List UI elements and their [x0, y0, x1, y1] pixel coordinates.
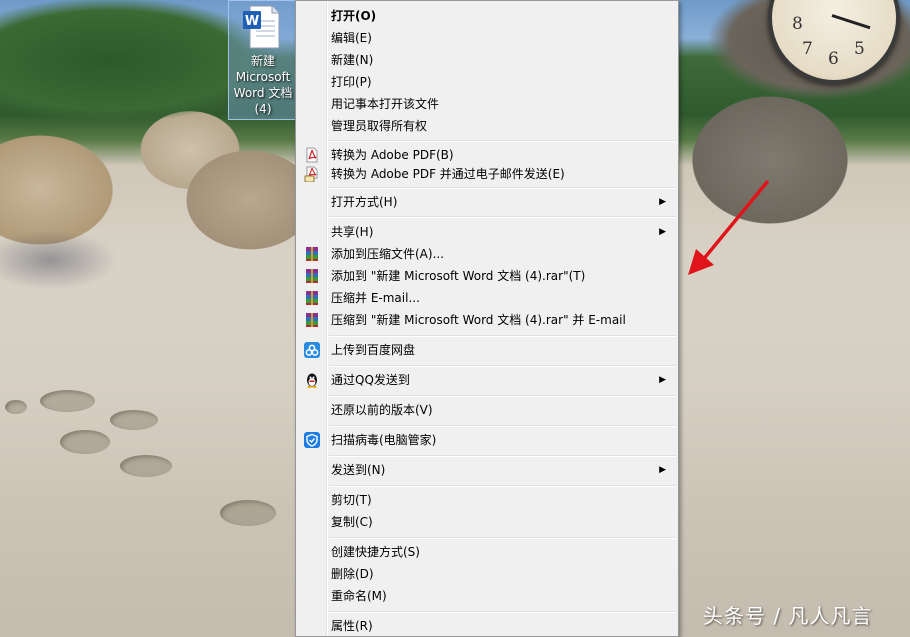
menu-item-label: 创建快捷方式(S): [331, 545, 420, 559]
adobe-pdf-email-icon: [304, 166, 318, 182]
clock-number: 7: [802, 39, 813, 59]
menu-item-share[interactable]: 共享(H) ▶: [298, 221, 676, 243]
footprint: [220, 500, 276, 526]
submenu-arrow-icon: ▶: [659, 465, 666, 475]
winrar-icon: [306, 313, 318, 327]
menu-item-label: 重命名(M): [331, 589, 387, 603]
clock-number: 5: [854, 39, 865, 59]
menu-item-compress-email[interactable]: 压缩并 E-mail...: [298, 287, 676, 309]
menu-item-label: 添加到压缩文件(A)...: [331, 247, 445, 261]
context-menu: 打开(O) 编辑(E) 新建(N) 打印(P) 用记事本打开该文件 管理员取得所…: [295, 0, 679, 637]
footprint: [110, 410, 158, 430]
menu-item-label: 添加到 "新建 Microsoft Word 文档 (4).rar"(T): [331, 269, 586, 283]
menu-item-open-with[interactable]: 打开方式(H) ▶: [298, 191, 676, 213]
menu-item-label: 转换为 Adobe PDF 并通过电子邮件发送(E): [331, 167, 565, 181]
menu-item-copy[interactable]: 复制(C): [298, 511, 676, 533]
menu-item-label: 压缩到 "新建 Microsoft Word 文档 (4).rar" 并 E-m…: [331, 313, 626, 327]
word-document-icon: W: [243, 5, 280, 49]
menu-item-label: 复制(C): [331, 515, 373, 529]
svg-text:W: W: [245, 14, 259, 29]
menu-item-restore-previous-versions[interactable]: 还原以前的版本(V): [298, 399, 676, 421]
menu-item-convert-pdf-email[interactable]: 转换为 Adobe PDF 并通过电子邮件发送(E): [298, 163, 676, 185]
tencent-shield-icon: [304, 432, 320, 448]
watermark: 头条号 / 凡人凡言: [703, 604, 873, 628]
footprint: [120, 455, 172, 477]
menu-item-cut[interactable]: 剪切(T): [298, 489, 676, 511]
clock-number: 6: [828, 49, 839, 69]
footprint: [40, 390, 95, 412]
menu-item-label: 删除(D): [331, 567, 374, 581]
menu-item-add-to-archive[interactable]: 添加到压缩文件(A)...: [298, 243, 676, 265]
winrar-icon: [306, 291, 318, 305]
menu-item-edit[interactable]: 编辑(E): [298, 27, 676, 49]
menu-item-label: 共享(H): [331, 225, 374, 239]
menu-separator: [329, 395, 676, 397]
menu-separator: [329, 537, 676, 539]
menu-separator: [329, 365, 676, 367]
menu-separator: [329, 187, 676, 189]
menu-separator: [329, 335, 676, 337]
menu-item-label: 还原以前的版本(V): [331, 403, 433, 417]
menu-item-label: 管理员取得所有权: [331, 119, 428, 133]
menu-separator: [329, 455, 676, 457]
submenu-arrow-icon: ▶: [659, 197, 666, 207]
winrar-icon: [306, 269, 318, 283]
menu-item-label: 用记事本打开该文件: [331, 97, 440, 111]
menu-separator: [329, 140, 676, 142]
qq-penguin-icon: [307, 373, 317, 388]
footprint: [5, 400, 27, 414]
menu-item-take-ownership[interactable]: 管理员取得所有权: [298, 115, 676, 137]
desktop-file-icon[interactable]: W 新建 Microsoft Word 文档 (4): [228, 0, 296, 120]
menu-item-delete[interactable]: 删除(D): [298, 563, 676, 585]
menu-item-send-to[interactable]: 发送到(N) ▶: [298, 459, 676, 481]
submenu-arrow-icon: ▶: [659, 375, 666, 385]
footprint: [60, 430, 110, 454]
menu-item-print[interactable]: 打印(P): [298, 71, 676, 93]
menu-item-send-via-qq[interactable]: 通过QQ发送到 ▶: [298, 369, 676, 391]
menu-item-label: 打开(O): [331, 9, 377, 23]
menu-item-properties[interactable]: 属性(R): [298, 615, 676, 637]
menu-item-new[interactable]: 新建(N): [298, 49, 676, 71]
menu-item-label: 通过QQ发送到: [331, 373, 410, 387]
submenu-arrow-icon: ▶: [659, 227, 666, 237]
menu-item-label: 上传到百度网盘: [331, 343, 416, 357]
menu-item-label: 打开方式(H): [331, 195, 398, 209]
menu-item-label: 扫描病毒(电脑管家): [331, 433, 437, 447]
menu-item-upload-baidu[interactable]: 上传到百度网盘: [298, 339, 676, 361]
menu-separator: [329, 425, 676, 427]
menu-separator: [329, 216, 676, 218]
menu-item-label: 剪切(T): [331, 493, 372, 507]
menu-item-compress-rar-email[interactable]: 压缩到 "新建 Microsoft Word 文档 (4).rar" 并 E-m…: [298, 309, 676, 331]
baidu-netdisk-icon: [304, 342, 320, 358]
menu-item-open[interactable]: 打开(O): [298, 5, 676, 27]
red-arrow-annotation: [688, 179, 770, 275]
menu-separator: [329, 611, 676, 613]
menu-item-scan-virus[interactable]: 扫描病毒(电脑管家): [298, 429, 676, 451]
clock-hand: [831, 14, 871, 30]
menu-item-label: 压缩并 E-mail...: [331, 291, 420, 305]
desktop-file-label: 新建 Microsoft Word 文档 (4): [233, 54, 293, 116]
background-shadow: [0, 230, 120, 300]
menu-item-label: 打印(P): [331, 75, 372, 89]
winrar-icon: [306, 247, 318, 261]
menu-item-open-with-notepad[interactable]: 用记事本打开该文件: [298, 93, 676, 115]
menu-item-label: 编辑(E): [331, 31, 372, 45]
menu-separator: [329, 485, 676, 487]
menu-item-rename[interactable]: 重命名(M): [298, 585, 676, 607]
menu-item-add-to-rar[interactable]: 添加到 "新建 Microsoft Word 文档 (4).rar"(T): [298, 265, 676, 287]
menu-item-label: 新建(N): [331, 53, 374, 67]
menu-item-label: 发送到(N): [331, 463, 386, 477]
adobe-pdf-icon: [306, 147, 318, 163]
menu-item-create-shortcut[interactable]: 创建快捷方式(S): [298, 541, 676, 563]
clock-number: 8: [792, 14, 803, 34]
menu-item-label: 属性(R): [331, 619, 373, 633]
